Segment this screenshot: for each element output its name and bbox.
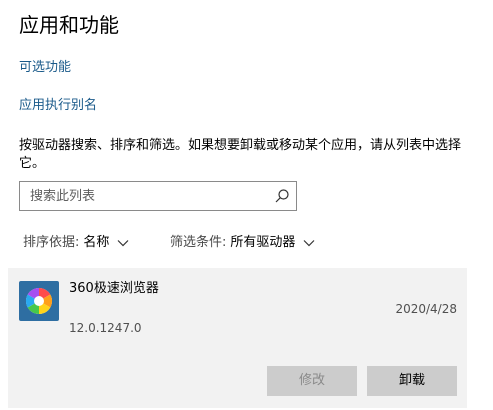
description-text: 按驱动器搜索、排序和筛选。如果想要卸载或移动某个应用，请从列表中选择它。 [19,138,462,171]
search-box [19,181,297,211]
app-list-item[interactable]: 360极速浏览器 2020/4/28 12.0.1247.0 修改 卸载 [8,268,467,408]
search-input[interactable] [20,182,270,210]
360-browser-icon [19,281,59,321]
optional-features-link[interactable]: 可选功能 [19,59,71,77]
app-name: 360极速浏览器 [69,281,159,296]
uninstall-button[interactable]: 卸载 [367,366,457,396]
drive-filter-dropdown[interactable]: 筛选条件: 所有驱动器 [170,234,315,252]
chevron-down-icon [303,240,315,247]
app-install-date: 2020/4/28 [395,302,457,316]
modify-button[interactable]: 修改 [267,366,357,396]
sort-dropdown[interactable]: 排序依据: 名称 [23,234,129,252]
page-title: 应用和功能 [19,13,119,37]
app-version: 12.0.1247.0 [69,321,142,335]
drive-filter-label: 筛选条件: [170,235,227,250]
chevron-down-icon [117,240,129,247]
sort-label: 排序依据: [23,235,80,250]
sort-value: 名称 [83,235,110,250]
drive-filter-value: 所有驱动器 [230,235,296,250]
search-icon[interactable] [274,188,290,204]
app-execution-alias-link[interactable]: 应用执行别名 [19,97,97,115]
